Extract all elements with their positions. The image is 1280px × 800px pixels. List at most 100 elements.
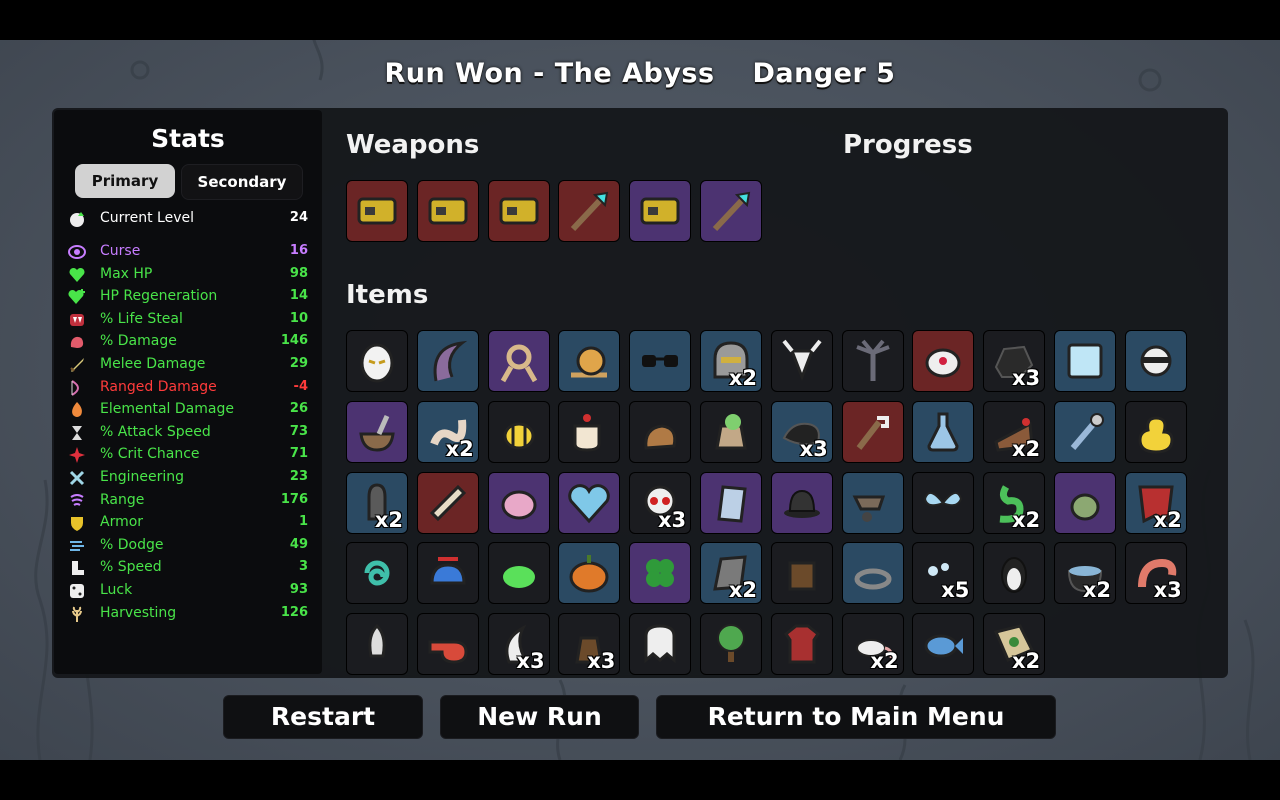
item-slot[interactable] [629,613,692,676]
item-slot[interactable]: x2 [983,613,1046,676]
item-slot[interactable]: x2 [700,330,762,392]
item-slot[interactable] [416,330,479,392]
item-slot[interactable] [487,330,550,392]
weapon-slot[interactable] [629,180,692,242]
item-slot[interactable] [841,330,904,392]
item-slot[interactable] [770,613,833,676]
muscle-icon [68,333,86,351]
stat-value: 146 [280,333,308,349]
item-slot[interactable]: x3 [770,400,833,463]
shield-icon [68,514,86,532]
item-slot[interactable] [346,613,408,676]
stat-value: 1 [298,514,308,530]
stats-panel: Stats Primary Secondary Current Level 24 C… [54,110,322,674]
item-slot[interactable] [558,400,621,463]
weapons-title: Weapons [346,130,480,160]
item-count-badge: x2 [1012,507,1041,532]
main-menu-button[interactable]: Return to Main Menu [656,695,1056,739]
weapon-slot[interactable] [558,180,621,242]
item-slot[interactable] [416,613,479,676]
item-slot[interactable]: x3 [558,613,621,676]
item-slot[interactable]: x3 [1124,542,1187,605]
item-slot[interactable] [1124,400,1187,463]
item-slot[interactable] [558,471,621,534]
item-count-badge: x5 [941,578,970,603]
fangs-icon [68,311,86,329]
item-slot[interactable] [346,330,408,392]
weapon-slot[interactable] [416,180,479,242]
item-slot[interactable] [487,542,550,605]
stat-label: HP Regeneration [100,288,218,305]
item-slot[interactable] [1054,400,1116,463]
stat-row: % Dodge 49 [68,535,308,557]
item-slot[interactable] [558,330,621,392]
item-slot[interactable] [700,400,762,463]
item-slot[interactable]: x3 [487,613,550,676]
item-slot[interactable]: x2 [983,471,1046,534]
item-slot[interactable] [346,400,408,463]
item-slot[interactable] [912,613,975,676]
item-count-badge: x2 [1153,507,1182,532]
stat-label: % Crit Chance [100,446,200,463]
item-slot[interactable] [629,542,692,605]
item-slot[interactable]: x3 [629,471,692,534]
item-slot[interactable] [770,330,833,392]
item-slot[interactable] [1054,330,1116,392]
item-slot[interactable] [912,400,975,463]
item-slot[interactable] [416,542,479,605]
run-summary-title: Run Won - The Abyss Danger 5 [0,58,1280,89]
item-count-badge: x3 [516,649,545,674]
new-run-button[interactable]: New Run [440,695,639,739]
item-slot[interactable]: x3 [983,330,1046,392]
item-slot[interactable] [629,400,692,463]
item-slot[interactable] [629,330,692,392]
weapon-slot[interactable] [700,180,762,242]
item-count-badge: x2 [1012,649,1041,674]
weapon-slot[interactable] [346,180,408,242]
item-count-badge: x3 [799,436,828,461]
item-slot[interactable] [700,471,762,534]
item-slot[interactable]: x2 [1054,542,1116,605]
item-slot[interactable] [1054,471,1116,534]
restart-button[interactable]: Restart [223,695,423,739]
item-slot[interactable] [1124,330,1187,392]
item-slot[interactable]: x2 [983,400,1046,463]
item-count-badge: x3 [587,649,616,674]
item-slot[interactable]: x2 [346,471,408,534]
item-slot[interactable] [700,613,762,676]
items-title: Items [346,280,429,310]
item-slot[interactable]: x2 [416,400,479,463]
item-slot[interactable] [912,471,975,534]
item-slot[interactable] [770,542,833,605]
item-slot[interactable] [841,542,904,605]
item-slot[interactable] [841,471,904,534]
item-slot[interactable] [558,542,621,605]
item-slot[interactable] [416,471,479,534]
item-slot[interactable]: x5 [912,542,975,605]
stat-label: Melee Damage [100,356,206,372]
item-slot[interactable] [983,542,1046,605]
tab-primary[interactable]: Primary [75,164,175,198]
item-slot[interactable] [487,471,550,534]
item-slot[interactable] [346,542,408,605]
flame-icon [68,401,86,419]
stat-value: 23 [289,469,308,484]
item-slot[interactable]: x2 [700,542,762,605]
item-slot[interactable]: x2 [1124,471,1187,534]
stat-value: 176 [280,491,308,507]
stat-value: 73 [289,423,308,439]
item-slot[interactable] [487,400,550,463]
item-count-badge: x2 [870,649,899,674]
level-up-icon [68,210,86,228]
item-slot[interactable] [770,471,833,534]
item-count-badge: x3 [1012,366,1041,390]
item-slot[interactable] [912,330,975,392]
stat-label: Engineering [100,469,184,485]
item-slot[interactable] [841,400,904,463]
heart-icon [68,266,86,284]
item-slot[interactable]: x2 [841,613,904,676]
stat-label: Luck [100,582,133,598]
stat-row: Melee Damage 29 [68,354,308,376]
tab-secondary[interactable]: Secondary [181,164,303,200]
weapon-slot[interactable] [487,180,550,242]
